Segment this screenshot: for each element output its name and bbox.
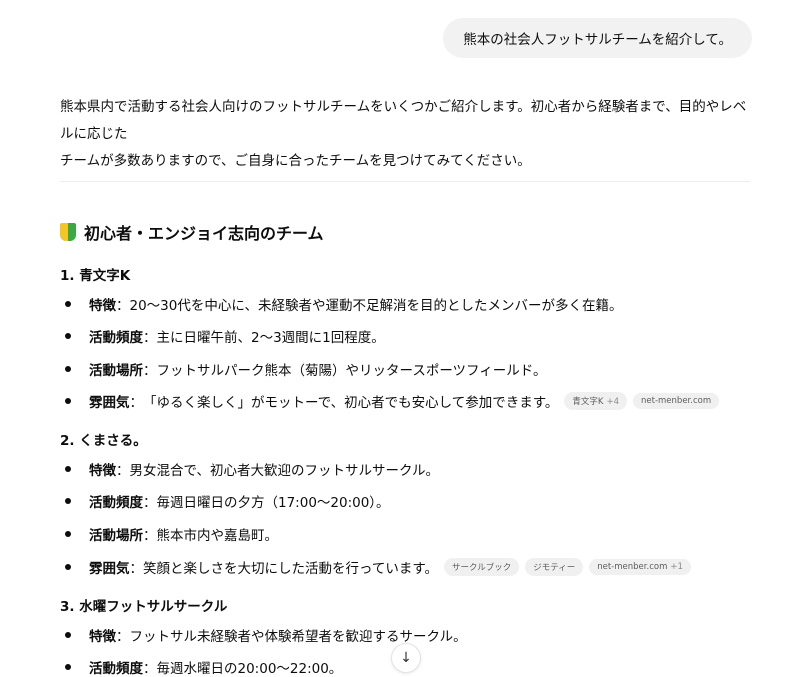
- bullet-dot: [65, 398, 71, 404]
- list-item: 特徴：男女混合で、初心者大歓迎のフットサルサークル。: [60, 459, 439, 479]
- team-heading: 2. くまさる。: [60, 433, 147, 449]
- bullet-dot: [65, 664, 71, 670]
- bullet-dot: [65, 632, 71, 638]
- item-separator: ：: [143, 528, 157, 544]
- section-title-text: 初心者・エンジョイ志向のチーム: [84, 224, 324, 243]
- list-item: 活動頻度：毎週日曜日の夕方（17:00〜20:00）。: [60, 491, 390, 511]
- list-item: 活動頻度：主に日曜午前、2〜3週間に1回程度。: [60, 326, 385, 346]
- list-item: 活動場所：熊本市内や嘉島町。: [60, 524, 278, 544]
- list-item: 雰囲気：笑顔と楽しさを大切にした活動を行っています。 サークルブック ジモティー…: [60, 557, 691, 577]
- bullet-dot: [65, 466, 71, 472]
- item-label: 活動頻度: [89, 661, 143, 677]
- scroll-down-button[interactable]: ↓: [391, 643, 421, 673]
- item-separator: ：: [143, 661, 157, 677]
- item-text: 20〜30代を中心に、未経験者や運動不足解消を目的としたメンバーが多く在籍。: [129, 298, 623, 314]
- list-item: 雰囲気：「ゆるく楽しく」がモットーで、初心者でも安心して参加できます。 青文字K…: [60, 391, 720, 411]
- list-item: 特徴： 20〜30代を中心に、未経験者や運動不足解消を目的としたメンバーが多く在籍…: [60, 294, 622, 314]
- item-text: 主に日曜午前、2〜3週間に1回程度。: [156, 330, 385, 346]
- item-separator: ：: [129, 395, 144, 411]
- bullet-dot: [65, 366, 71, 372]
- team-heading: 3. 水曜フットサルサークル: [60, 599, 228, 615]
- item-label: 活動頻度: [89, 330, 143, 346]
- item-label: 活動場所: [89, 363, 143, 379]
- item-separator: ：: [129, 561, 144, 577]
- item-text: 毎週日曜日の夕方（17:00〜20:00）。: [156, 495, 390, 511]
- assistant-intro: 熊本県内で活動する社会人向けのフットサルチームをいくつかご紹介します。初心者から…: [60, 94, 750, 175]
- source-chip[interactable]: 青文字K +4: [564, 392, 628, 410]
- source-chip[interactable]: ジモティー: [525, 558, 584, 576]
- item-text: フットサル未経験者や体験希望者を歓迎するサークル。: [129, 629, 467, 645]
- item-label: 特徴: [89, 463, 116, 479]
- bullet-dot: [65, 564, 71, 570]
- bullet-dot: [65, 498, 71, 504]
- list-item: 活動場所：フットサルパーク熊本（菊陽）やリッタースポーツフィールド。: [60, 359, 547, 379]
- item-label: 雰囲気: [89, 395, 130, 411]
- section-heading: 初心者・エンジョイ志向のチーム: [60, 220, 324, 244]
- item-separator: ：: [116, 463, 130, 479]
- item-separator: ：: [143, 495, 157, 511]
- user-message-bubble: 熊本の社会人フットサルチームを紹介して。: [443, 18, 752, 58]
- list-item: 活動頻度：毎週水曜日の20:00〜22:00。: [60, 657, 342, 677]
- bullet-dot: [65, 531, 71, 537]
- item-separator: ：: [143, 330, 157, 346]
- source-chip[interactable]: net-menber.com: [633, 393, 720, 409]
- item-separator: ：: [143, 363, 157, 379]
- intro-line-1: 熊本県内で活動する社会人向けのフットサルチームをいくつかご紹介します。初心者から…: [60, 99, 747, 142]
- item-label: 活動場所: [89, 528, 143, 544]
- item-text: 男女混合で、初心者大歓迎のフットサルサークル。: [129, 463, 440, 479]
- item-separator: ：: [116, 629, 130, 645]
- bullet-dot: [65, 301, 71, 307]
- item-label: 活動頻度: [89, 495, 143, 511]
- item-label: 雰囲気: [89, 561, 130, 577]
- item-text: 「ゆるく楽しく」がモットーで、初心者でも安心して参加できます。: [143, 395, 559, 411]
- arrow-down-icon: ↓: [400, 650, 412, 666]
- item-label: 特徴: [89, 629, 116, 645]
- item-text: 熊本市内や嘉島町。: [156, 528, 279, 544]
- item-label: 特徴: [89, 298, 116, 314]
- section-divider: [60, 181, 750, 182]
- intro-line-2: チームが多数ありますので、ご自身に合ったチームを見つけてみてください。: [60, 153, 531, 169]
- beginner-mark-icon: [60, 223, 76, 241]
- item-text: フットサルパーク熊本（菊陽）やリッタースポーツフィールド。: [156, 363, 547, 379]
- item-text: 笑顔と楽しさを大切にした活動を行っています。: [143, 561, 438, 577]
- source-chip[interactable]: サークルブック: [443, 558, 520, 576]
- team-heading: 1. 青文字K: [60, 268, 131, 284]
- source-chip[interactable]: net-menber.com +1: [589, 559, 691, 575]
- item-text: 毎週水曜日の20:00〜22:00。: [156, 661, 343, 677]
- bullet-dot: [65, 333, 71, 339]
- list-item: 特徴：フットサル未経験者や体験希望者を歓迎するサークル。: [60, 625, 467, 645]
- item-separator: ：: [116, 298, 130, 314]
